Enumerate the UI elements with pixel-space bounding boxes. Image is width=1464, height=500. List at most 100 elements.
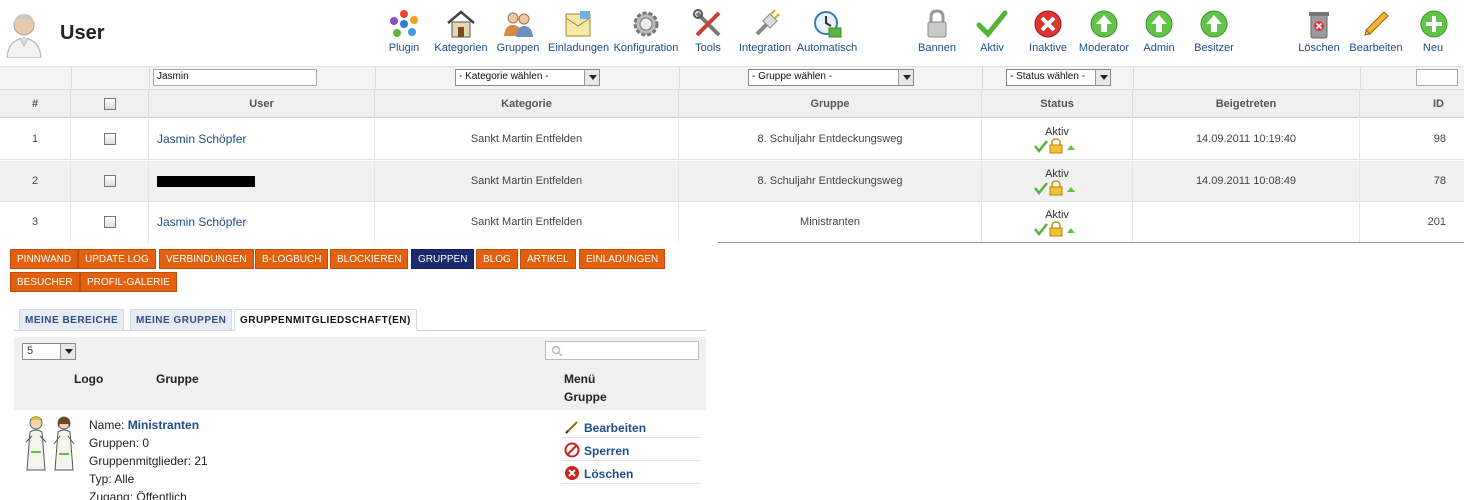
col-header-logo: Logo (74, 372, 104, 386)
status-text: Aktiv (1045, 168, 1069, 180)
automatisch-button[interactable]: Automatisch (796, 8, 858, 62)
tools-button[interactable]: Tools (692, 8, 724, 62)
loeschen-button[interactable]: Löschen (1297, 8, 1341, 62)
row-checkbox[interactable] (103, 133, 116, 146)
checkmark-icon[interactable] (1034, 140, 1048, 154)
plugin-button[interactable]: Plugin (386, 8, 422, 62)
kategorie-cell: Sankt Martin Entfelden (375, 161, 679, 202)
subtab-meine-bereiche[interactable]: MEINE BEREICHE (19, 309, 125, 331)
checkmark-icon[interactable] (1034, 182, 1048, 196)
gruppen-button[interactable]: Gruppen (495, 8, 541, 62)
status-cell: Aktiv (982, 161, 1133, 202)
subtab-gruppenmitgliedschaften[interactable]: GRUPPENMITGLIEDSCHAFT(EN) (234, 309, 417, 331)
moderator-button[interactable]: Moderator (1078, 8, 1130, 62)
delete-icon (565, 466, 579, 480)
bannen-label: Bannen (918, 42, 956, 54)
row-checkbox[interactable] (103, 175, 116, 188)
bannen-button[interactable]: Bannen (917, 8, 957, 62)
col-header-beigetreten[interactable]: Beigetreten (1133, 90, 1360, 118)
checkmark-icon[interactable] (1034, 223, 1048, 237)
einladungen-button[interactable]: Einladungen (548, 8, 610, 62)
id-filter-input[interactable] (1416, 69, 1458, 86)
toolbar: User Plugin Kategorien Gruppen Einladung… (0, 0, 1464, 66)
per-page-value: 5 (27, 345, 34, 357)
col-header-kategorie[interactable]: Kategorie (375, 90, 679, 118)
subtab-meine-gruppen[interactable]: MEINE GRUPPEN (130, 309, 233, 331)
bearbeiten-button[interactable]: Bearbeiten (1349, 8, 1403, 62)
row-checkbox[interactable] (103, 216, 116, 229)
kategorie-cell: Sankt Martin Entfelden (375, 119, 679, 160)
group-block-button[interactable]: Sperren (562, 439, 700, 461)
lock-icon[interactable] (1049, 180, 1063, 196)
user-link[interactable]: Jasmin Schöpfer (149, 119, 375, 160)
plug-icon (755, 9, 780, 36)
tab-blockieren[interactable]: BLOCKIEREN (330, 249, 409, 269)
gruppe-cell: Ministranten (679, 202, 982, 243)
tools-label: Tools (695, 42, 721, 54)
lock-icon[interactable] (1049, 138, 1063, 154)
chevron-down-icon (60, 344, 75, 359)
user-link[interactable] (149, 161, 375, 202)
user-avatar-icon (6, 14, 42, 58)
user-link[interactable]: Jasmin Schöpfer (149, 202, 375, 243)
tab-blog[interactable]: BLOG (476, 249, 518, 269)
kategorien-button[interactable]: Kategorien (434, 8, 488, 62)
id-cell: 78 (1433, 175, 1446, 187)
group-delete-button[interactable]: Löschen (562, 462, 700, 484)
table-bottom-border (718, 242, 1464, 243)
col-header-id[interactable]: ID (1360, 90, 1464, 118)
group-edit-button[interactable]: Bearbeiten (562, 416, 700, 438)
group-members-count: Gruppenmitglieder: 21 (89, 454, 208, 468)
row-number: 1 (0, 119, 71, 160)
status-select[interactable]: - Status wählen - (1006, 69, 1111, 86)
col-header-status[interactable]: Status (982, 90, 1133, 118)
column-divider (149, 67, 150, 89)
redacted-name (157, 176, 255, 188)
konfiguration-button[interactable]: Konfiguration (613, 8, 679, 62)
einladungen-label: Einladungen (548, 42, 610, 54)
filter-row: Jasmin - Kategorie wählen - - Gruppe wäh… (0, 66, 1464, 90)
neu-button[interactable]: Neu (1418, 8, 1448, 62)
tab-einladungen[interactable]: EINLADUNGEN (579, 249, 666, 269)
chevron-down-icon (1095, 70, 1110, 85)
lock-icon[interactable] (1049, 221, 1063, 237)
tab-b-logbuch[interactable]: B-LOGBUCH (255, 249, 329, 269)
tab-update-log[interactable]: UPDATE LOG (78, 249, 156, 269)
invitation-icon (565, 11, 591, 37)
select-all-checkbox[interactable] (103, 98, 116, 111)
status-icons (1034, 180, 1075, 196)
konfiguration-label: Konfiguration (613, 42, 679, 54)
inaktive-button[interactable]: Inaktive (1029, 8, 1067, 62)
gruppe-select[interactable]: - Gruppe wählen - (748, 69, 914, 86)
column-divider (1133, 67, 1134, 89)
bearbeiten-label: Bearbeiten (1349, 42, 1403, 54)
arrow-up-icon[interactable] (1067, 145, 1075, 150)
col-header-gruppe[interactable]: Gruppe (679, 90, 982, 118)
per-page-select[interactable]: 5 (22, 343, 76, 360)
tab-besucher[interactable]: BESUCHER (10, 272, 80, 292)
group-name-link[interactable]: Ministranten (128, 418, 199, 432)
trash-icon (1309, 12, 1329, 39)
admin-button[interactable]: Admin (1142, 8, 1176, 62)
user-search-input[interactable]: Jasmin (153, 69, 317, 86)
besitzer-button[interactable]: Besitzer (1193, 8, 1235, 62)
aktiv-button[interactable]: Aktiv (976, 8, 1008, 62)
arrow-up-icon[interactable] (1067, 228, 1075, 233)
group-search-input[interactable] (545, 341, 699, 360)
tab-artikel[interactable]: ARTIKEL (520, 249, 576, 269)
gruppe-cell: 8. Schuljahr Entdeckungsweg (679, 161, 982, 202)
group-logo-image (25, 416, 75, 471)
inaktive-label: Inaktive (1029, 42, 1067, 54)
kategorie-select[interactable]: - Kategorie wählen - (455, 69, 600, 86)
status-icons (1034, 221, 1075, 237)
tab-pinnwand[interactable]: PINNWAND (10, 249, 79, 269)
clock-icon (814, 11, 842, 38)
arrow-up-icon[interactable] (1067, 187, 1075, 192)
integration-button[interactable]: Integration (739, 8, 791, 62)
beigetreten-cell: 14.09.2011 10:08:49 (1133, 161, 1360, 202)
tab-profil-galerie[interactable]: PROFIL-GALERIE (80, 272, 177, 292)
col-header-user[interactable]: User (149, 90, 375, 118)
tab-verbindungen[interactable]: VERBINDUNGEN (159, 249, 254, 269)
tab-gruppen[interactable]: GRUPPEN (411, 249, 475, 269)
lock-icon (927, 9, 947, 38)
